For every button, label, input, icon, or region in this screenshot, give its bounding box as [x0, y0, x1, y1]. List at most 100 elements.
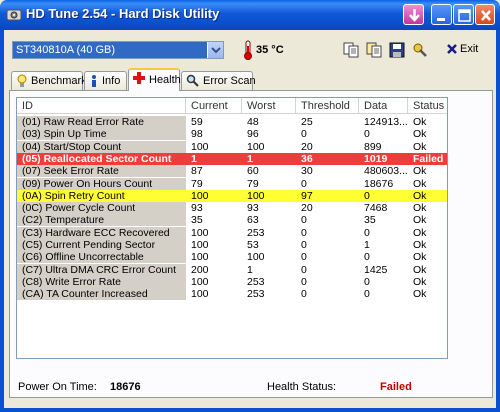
cell-id: (05) Reallocated Sector Count — [22, 152, 172, 165]
cell-id: (CA) TA Counter Increased — [17, 288, 186, 301]
maximize-button[interactable] — [453, 4, 474, 25]
column-header-threshold[interactable]: Threshold — [296, 98, 359, 114]
cell-threshold: 20 — [301, 140, 313, 153]
cell-worst: 48 — [247, 116, 259, 128]
power-on-time-label: Power On Time: — [18, 381, 97, 393]
cell-current: 59 — [191, 116, 203, 128]
cell-worst: 253 — [247, 275, 265, 288]
cell-status: Ok — [413, 226, 427, 239]
column-header-current[interactable]: Current — [186, 98, 242, 114]
cell-worst: 53 — [247, 239, 259, 251]
cell-id: (0C) Power Cycle Count — [17, 202, 186, 215]
options-icon[interactable] — [412, 42, 428, 58]
column-header-status[interactable]: Status — [408, 98, 447, 114]
tab-benchmark[interactable]: Benchmark — [11, 71, 87, 90]
cell-current: 35 — [191, 214, 203, 227]
table-row[interactable]: (09) Power On Hours Count 79 79 0 18676 Ok — [17, 177, 447, 190]
cell-threshold: 97 — [301, 189, 313, 202]
minimize-button[interactable] — [431, 4, 452, 25]
column-header-data[interactable]: Data — [359, 98, 408, 114]
table-row[interactable]: (C5) Current Pending Sector 100 53 0 1 Ok — [17, 239, 447, 251]
cell-data: 1 — [364, 239, 370, 251]
cell-id: (C5) Current Pending Sector — [17, 239, 186, 251]
cell-id: (C2) Temperature — [17, 214, 186, 227]
tab-info-label: Info — [102, 75, 121, 87]
cell-worst: 100 — [247, 251, 265, 264]
close-icon — [481, 10, 491, 21]
cell-worst: 253 — [247, 226, 265, 239]
table-row[interactable]: (C8) Write Error Rate 100 253 0 0 Ok — [17, 275, 447, 288]
cell-threshold: 0 — [301, 177, 307, 190]
table-row[interactable]: (C6) Offline Uncorrectable 100 100 0 0 Ok — [17, 251, 447, 264]
table-row[interactable]: (05) Reallocated Sector Count 1 1 36 1019 Fai… — [17, 152, 447, 165]
tab-health[interactable]: Health — [128, 68, 181, 91]
cell-threshold: 36 — [301, 152, 313, 165]
window-frame-bottom — [0, 408, 500, 412]
close-button[interactable] — [475, 4, 495, 25]
cell-threshold: 0 — [301, 263, 307, 276]
cell-data: 124913... — [364, 116, 408, 128]
title-bar[interactable]: HD Tune 2.54 - Hard Disk Utility — [0, 0, 500, 30]
cell-status: Ok — [413, 140, 427, 153]
cell-current: 200 — [191, 263, 209, 276]
cell-current: 100 — [191, 251, 209, 264]
minimize-icon — [437, 18, 445, 21]
cell-status: Failed — [413, 152, 444, 165]
table-row[interactable]: (0A) Spin Retry Count 100 100 97 0 Ok — [17, 189, 447, 202]
cell-threshold: 0 — [301, 226, 307, 239]
cell-status: Ok — [413, 116, 427, 128]
cell-current: 87 — [191, 165, 203, 178]
tray-button[interactable] — [403, 4, 424, 25]
cell-current: 93 — [191, 202, 203, 215]
cell-threshold: 0 — [301, 288, 307, 301]
temperature-readout: 35 °C — [256, 44, 284, 56]
cell-current: 79 — [191, 177, 203, 190]
table-row[interactable]: (01) Raw Read Error Rate 59 48 25 124913... O… — [17, 116, 447, 128]
cell-id: (07) Seek Error Rate — [17, 165, 186, 178]
cell-threshold: 0 — [301, 251, 307, 264]
cell-current: 100 — [191, 140, 209, 153]
cell-current: 100 — [191, 275, 209, 288]
info-icon — [92, 75, 96, 87]
copy-icon[interactable] — [343, 42, 359, 58]
table-row[interactable]: (C7) Ultra DMA CRC Error Count 200 1 0 1425 O… — [17, 263, 447, 276]
table-row[interactable]: (C3) Hardware ECC Recovered 100 253 0 0 Ok — [17, 226, 447, 239]
drive-select[interactable]: ST340810A (40 GB) — [12, 41, 224, 59]
cell-id: (C6) Offline Uncorrectable — [17, 251, 186, 264]
tab-info[interactable]: Info — [84, 71, 127, 90]
cell-worst: 60 — [247, 165, 259, 178]
tab-error-scan-label: Error Scan — [203, 75, 256, 87]
cell-status: Ok — [413, 251, 427, 264]
cell-threshold: 20 — [301, 202, 313, 215]
drive-select-arrow[interactable] — [207, 42, 223, 58]
table-row[interactable]: (03) Spin Up Time 98 96 0 0 Ok — [17, 128, 447, 141]
cell-data: 1425 — [364, 263, 388, 276]
cell-current: 100 — [191, 239, 209, 251]
cell-id: (01) Raw Read Error Rate — [17, 116, 186, 128]
table-row[interactable]: (C2) Temperature 35 63 0 35 Ok — [17, 214, 447, 227]
cell-data: 480603... — [364, 165, 408, 178]
cell-threshold: 0 — [301, 239, 307, 251]
cell-id: (04) Start/Stop Count — [17, 140, 186, 153]
cell-worst: 79 — [247, 177, 259, 190]
column-header-id[interactable]: ID — [17, 98, 186, 114]
table-row[interactable]: (0C) Power Cycle Count 93 93 20 7468 Ok — [17, 202, 447, 215]
cell-data: 7468 — [364, 202, 388, 215]
column-header-worst[interactable]: Worst — [242, 98, 296, 114]
cell-worst: 93 — [247, 202, 259, 215]
health-cross-icon — [133, 72, 145, 84]
save-icon[interactable] — [389, 42, 405, 58]
table-row[interactable]: (07) Seek Error Rate 87 60 30 480603... Ok — [17, 165, 447, 178]
cell-data: 1019 — [364, 152, 388, 165]
cell-worst: 96 — [247, 128, 259, 141]
cell-status: Ok — [413, 239, 427, 251]
table-row[interactable]: (CA) TA Counter Increased 100 253 0 0 Ok — [17, 288, 447, 301]
x-icon — [447, 44, 457, 54]
smart-table[interactable]: ID Current Worst Threshold Data Status (… — [16, 97, 448, 359]
cell-data: 0 — [364, 251, 370, 264]
tab-error-scan[interactable]: Error Scan — [181, 71, 256, 90]
copy-all-icon[interactable] — [366, 42, 382, 58]
cell-status: Ok — [413, 275, 427, 288]
table-row[interactable]: (04) Start/Stop Count 100 100 20 899 Ok — [17, 140, 447, 153]
cell-status: Ok — [413, 263, 427, 276]
